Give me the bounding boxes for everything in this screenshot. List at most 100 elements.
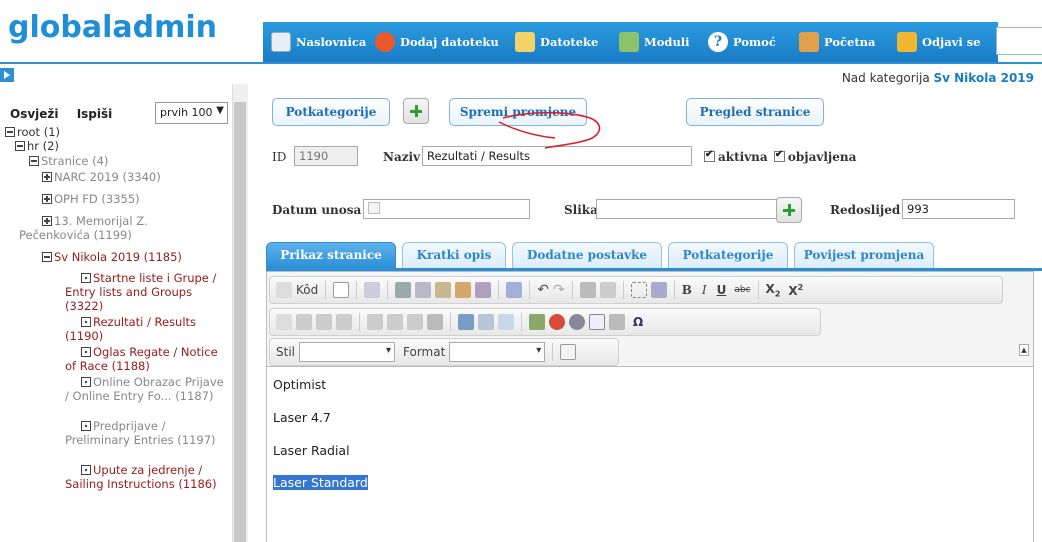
tree-item[interactable]: root (1)	[5, 125, 60, 139]
style-select[interactable]	[299, 342, 395, 362]
align-center-icon[interactable]	[387, 314, 403, 330]
nav-moduli[interactable]: Moduli	[619, 32, 690, 52]
print-icon[interactable]	[506, 282, 523, 298]
italic-icon[interactable]: I	[702, 283, 707, 297]
expand-icon[interactable]	[42, 172, 52, 182]
numbered-list-icon[interactable]	[316, 314, 332, 330]
tree-item[interactable]: OPH FD (3355)	[42, 192, 232, 206]
expand-icon[interactable]	[42, 194, 52, 204]
image-field[interactable]	[596, 199, 778, 219]
bulleted-list-icon[interactable]	[336, 314, 352, 330]
nav-odjavi[interactable]: Odjavi se	[897, 32, 981, 52]
tab-subcategories[interactable]: Potkategorije	[668, 242, 788, 268]
cut-icon[interactable]	[395, 282, 412, 298]
content-paragraph[interactable]: Laser Radial	[273, 443, 350, 458]
collapse-panel-icon[interactable]	[0, 68, 14, 82]
collapse-icon[interactable]	[15, 141, 25, 151]
align-left-icon[interactable]	[367, 314, 383, 330]
collapse-icon[interactable]	[42, 252, 52, 262]
copy-icon[interactable]	[415, 282, 432, 298]
expand-icon[interactable]	[42, 216, 52, 226]
flash-icon[interactable]	[549, 314, 565, 330]
tree-item-selected-parent[interactable]: Sv Nikola 2019 (1185)	[42, 250, 232, 264]
refresh-link[interactable]: Osvježi	[10, 107, 59, 121]
tree-item[interactable]: hr (2)	[15, 139, 59, 153]
tab-extra-settings[interactable]: Dodatne postavke	[512, 242, 662, 268]
nav-datoteke[interactable]: Datoteke	[515, 32, 598, 52]
source-icon[interactable]	[276, 282, 292, 298]
find-icon[interactable]	[579, 282, 596, 298]
tab-short-desc[interactable]: Kratki opis	[402, 242, 506, 268]
nav-pocetna[interactable]: Početna	[799, 32, 875, 52]
red-annotation-scribble	[498, 111, 601, 149]
align-right-icon[interactable]	[407, 314, 423, 330]
paste-icon[interactable]	[435, 282, 452, 298]
remove-format-icon[interactable]	[650, 282, 667, 298]
outdent-icon[interactable]	[276, 314, 292, 330]
tree-item[interactable]: Predprijave / Preliminary Entries (1197)	[65, 419, 230, 447]
tree-scroll-thumb[interactable]	[234, 102, 246, 542]
collapse-toolbar-icon[interactable]: ▲	[1019, 344, 1029, 356]
horizontal-rule-icon[interactable]	[609, 314, 625, 330]
nav-naslovnica[interactable]: Naslovnica	[271, 32, 366, 52]
published-checkbox[interactable]	[773, 149, 785, 162]
link-icon[interactable]	[458, 314, 474, 330]
paste-text-icon[interactable]	[455, 282, 472, 298]
print-link[interactable]: Ispiši	[77, 107, 113, 121]
tree-item[interactable]: 13. Memorijal Z. Pečenkovića (1199)	[19, 214, 209, 242]
anchor-icon[interactable]	[498, 314, 514, 330]
unlink-icon[interactable]	[478, 314, 494, 330]
undo-icon[interactable]: ↶	[537, 282, 549, 298]
tree-item[interactable]: Stranice (4)	[29, 154, 108, 168]
editor-toolbar-3: Stil Format	[269, 338, 619, 366]
subscript-icon[interactable]: X2	[766, 282, 781, 298]
maximize-icon[interactable]	[560, 344, 577, 360]
new-page-icon[interactable]	[333, 282, 350, 298]
collapse-icon[interactable]	[29, 156, 39, 166]
calendar-icon[interactable]	[368, 202, 380, 214]
table-icon[interactable]	[589, 314, 605, 330]
tree-item[interactable]: NARC 2019 (3340)	[42, 170, 232, 184]
count-select-value: prvih 100	[160, 106, 213, 119]
collapse-icon[interactable]	[5, 127, 15, 137]
tree-item[interactable]: Startne liste i Grupe / Entry lists and …	[65, 271, 217, 313]
redo-icon[interactable]: ↷	[553, 282, 565, 298]
special-char-icon[interactable]: Ω	[633, 315, 643, 329]
tab-history[interactable]: Povijest promjena	[794, 242, 934, 268]
media-icon[interactable]	[569, 314, 585, 330]
search-input[interactable]	[996, 27, 1042, 55]
content-paragraph[interactable]: Laser 4.7	[273, 410, 331, 425]
add-subcategory-button[interactable]	[403, 98, 429, 124]
superscript-icon[interactable]: X2	[788, 283, 803, 298]
tree-item[interactable]: Upute za jedrenje / Sailing Instructions…	[65, 463, 230, 491]
tree-item[interactable]: Online Obrazac Prijave / Online Entry Fo…	[65, 375, 230, 403]
content-paragraph[interactable]: Optimist	[273, 377, 326, 392]
strikethrough-icon[interactable]: abc	[734, 285, 750, 295]
active-checkbox[interactable]	[704, 149, 715, 162]
add-image-button[interactable]	[776, 197, 802, 223]
editor-content[interactable]: Optimist Laser 4.7 Laser Radial Laser St…	[267, 366, 1033, 542]
tree-item-selected[interactable]: Rezultati / Results (1190)	[65, 315, 230, 343]
nav-pomoc[interactable]: ? Pomoć	[708, 32, 776, 52]
nav-dodaj-datoteku[interactable]: Dodaj datoteku	[375, 32, 499, 52]
paste-word-icon[interactable]	[475, 282, 492, 298]
source-button[interactable]: Kôd	[296, 283, 318, 297]
tab-page-view[interactable]: Prikaz stranice	[266, 242, 396, 268]
count-select[interactable]: prvih 100 ▼	[155, 102, 228, 124]
templates-icon[interactable]	[364, 282, 381, 298]
replace-icon[interactable]	[599, 282, 616, 298]
select-all-icon[interactable]	[630, 282, 647, 298]
image-icon[interactable]	[529, 314, 545, 330]
app-logo[interactable]: globaladmin	[8, 10, 217, 45]
preview-button[interactable]: Pregled stranice	[686, 98, 824, 126]
content-paragraph-selected[interactable]: Laser Standard	[273, 475, 368, 490]
date-field[interactable]	[363, 199, 530, 219]
order-field[interactable]: 993	[902, 199, 1015, 219]
tree-item[interactable]: Oglas Regate / Notice of Race (1188)	[65, 345, 230, 373]
indent-icon[interactable]	[296, 314, 312, 330]
underline-icon[interactable]: U	[717, 283, 727, 297]
bold-icon[interactable]: B	[682, 283, 692, 297]
subcategories-button[interactable]: Potkategorije	[272, 98, 390, 126]
format-select[interactable]	[449, 342, 546, 362]
justify-icon[interactable]	[427, 314, 443, 330]
